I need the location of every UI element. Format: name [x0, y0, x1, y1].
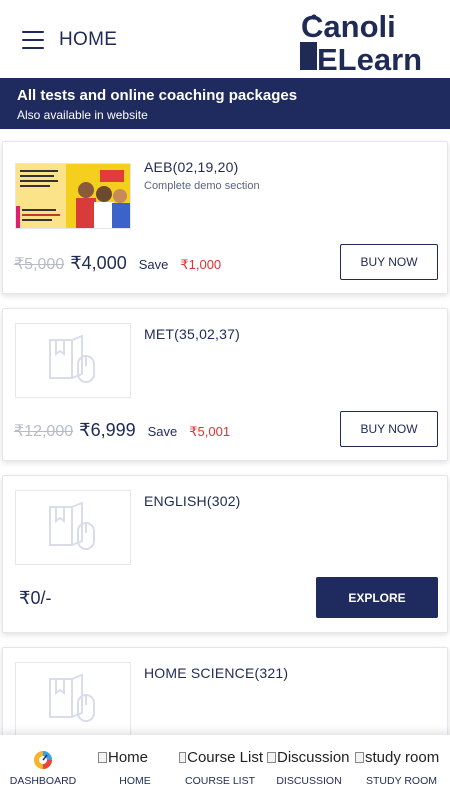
course-placeholder-icon — [49, 501, 95, 550]
course-card[interactable]: MET(35,02,37) ₹12,000 ₹6,999 Save ₹5,001… — [2, 308, 448, 461]
menu-icon[interactable] — [22, 31, 44, 49]
course-thumbnail — [15, 490, 131, 565]
nav-label: DISCUSSION — [276, 775, 342, 787]
original-price: ₹12,000 — [14, 423, 74, 440]
nav-course-list[interactable]: Course List COURSE LIST — [177, 735, 263, 800]
discussion-icon: Discussion — [267, 749, 353, 766]
logo-text-1: Canoli — [301, 9, 396, 44]
course-description: Complete demo section — [144, 180, 260, 192]
course-thumbnail — [15, 662, 131, 737]
save-amount: ₹5,001 — [189, 424, 231, 439]
nav-label: HOME — [119, 775, 151, 787]
price-row: ₹12,000 ₹6,999 Save ₹5,001 — [14, 420, 230, 441]
study-room-icon: study room — [355, 749, 450, 766]
save-amount: ₹1,000 — [180, 257, 222, 272]
nav-home[interactable]: Home HOME — [96, 735, 174, 800]
nav-label: DASHBOARD — [9, 775, 77, 787]
save-label: Save — [147, 424, 178, 439]
course-title: AEB(02,19,20) — [144, 159, 239, 175]
course-card[interactable]: ENGLISH(302) ₹0/- EXPLORE — [2, 475, 448, 633]
nav-dashboard[interactable]: DASHBOARD — [0, 735, 86, 800]
course-list-icon: Course List — [179, 749, 263, 766]
price-row: ₹5,000 ₹4,000 Save ₹1,000 — [14, 253, 221, 274]
promo-banner: All tests and online coaching packages A… — [0, 78, 450, 129]
course-card[interactable]: AEB(02,19,20) Complete demo section ₹5,0… — [2, 141, 448, 294]
explore-button[interactable]: EXPLORE — [316, 577, 438, 618]
course-thumbnail — [15, 323, 131, 398]
bottom-navigation: DASHBOARD Home HOME Course List COURSE L… — [0, 735, 450, 800]
nav-study-room[interactable]: study room STUDY ROOM — [353, 735, 450, 800]
nav-discussion[interactable]: Discussion DISCUSSION — [265, 735, 353, 800]
dashboard-icon — [34, 751, 52, 769]
course-thumbnail — [15, 163, 131, 229]
current-price: ₹4,000 — [70, 253, 127, 273]
banner-title: All tests and online coaching packages — [17, 87, 298, 104]
price-row: ₹0/- — [19, 588, 63, 609]
buy-now-button[interactable]: BUY NOW — [340, 244, 438, 280]
course-photo — [16, 164, 130, 228]
course-title: ENGLISH(302) — [144, 493, 241, 509]
course-placeholder-icon — [49, 334, 95, 383]
banner-subtitle: Also available in website — [17, 108, 148, 122]
home-icon: Home — [98, 749, 174, 766]
page-title: HOME — [59, 29, 118, 50]
save-label: Save — [138, 257, 169, 272]
course-title: HOME SCIENCE(321) — [144, 665, 289, 681]
logo-text-2: ELearn — [317, 42, 422, 74]
course-title: MET(35,02,37) — [144, 326, 240, 342]
nav-label: COURSE LIST — [184, 775, 255, 787]
app-header: HOME Canoli ELearn — [0, 0, 450, 78]
current-price: ₹6,999 — [79, 420, 136, 440]
current-price: ₹0/- — [19, 588, 52, 608]
canoli-elearn-logo: Canoli ELearn — [300, 9, 422, 74]
nav-label: STUDY ROOM — [366, 775, 437, 787]
course-placeholder-icon — [49, 673, 95, 722]
original-price: ₹5,000 — [14, 256, 65, 273]
buy-now-button[interactable]: BUY NOW — [340, 411, 438, 447]
